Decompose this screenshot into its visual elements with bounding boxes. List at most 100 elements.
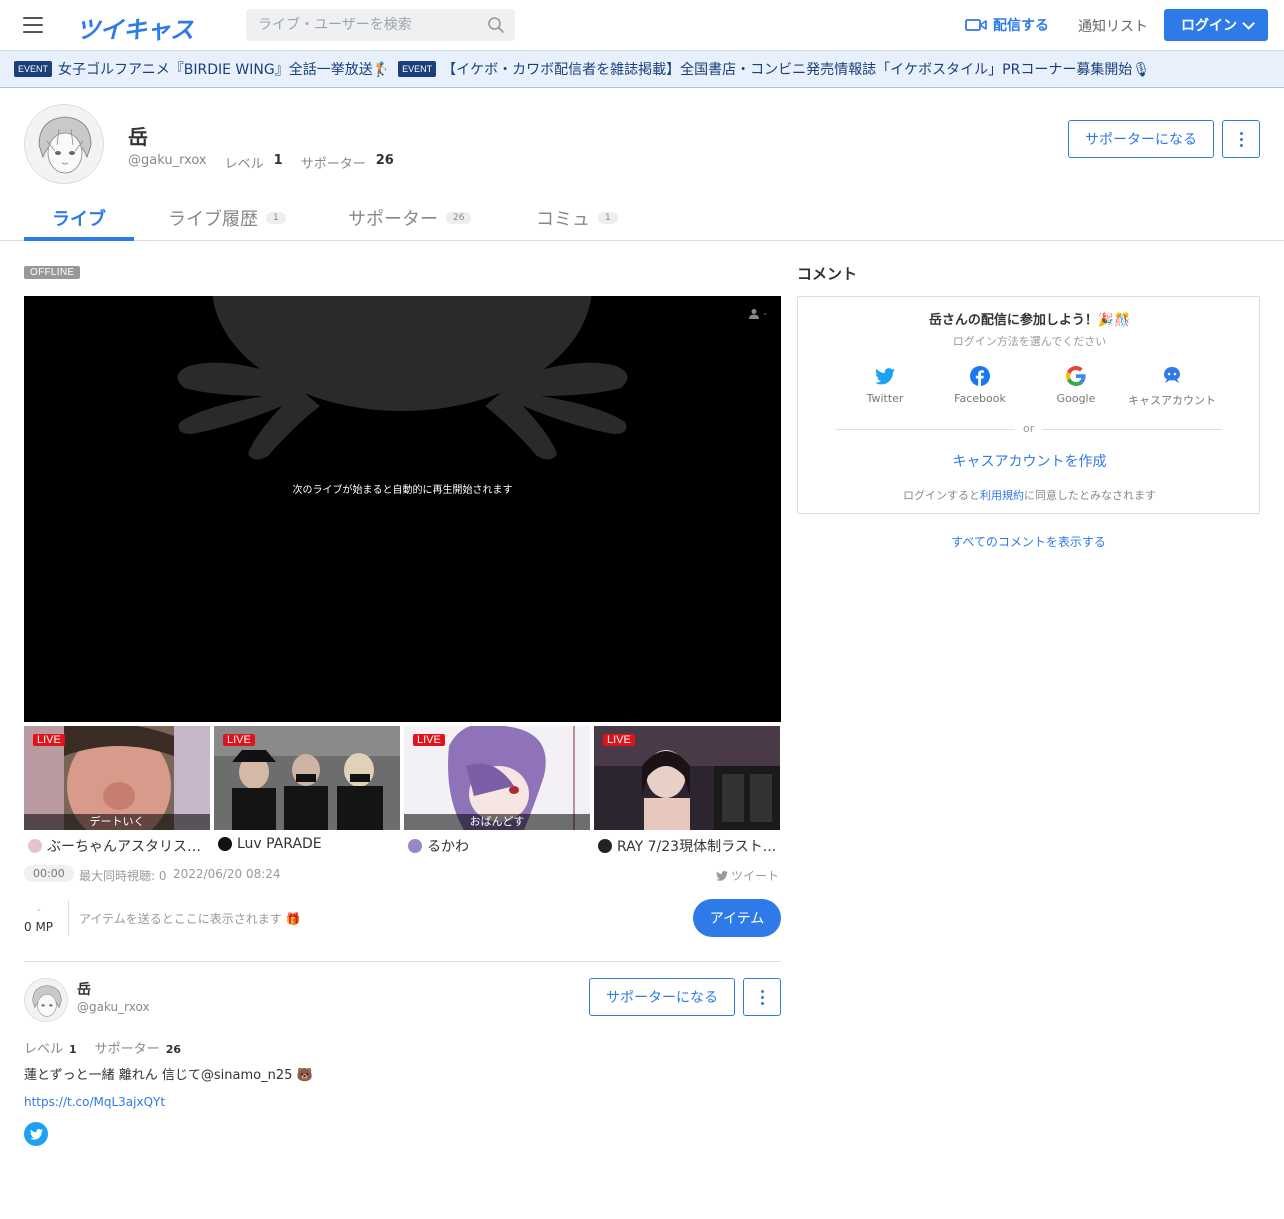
offline-badge: OFFLINE bbox=[24, 266, 81, 279]
more-options-button[interactable] bbox=[743, 978, 781, 1016]
site-logo[interactable]: ツイキャス bbox=[76, 10, 194, 45]
profile-bio: 蓮とずっと一緒 離れん 信じて@sinamo_n25 🐻 bbox=[24, 1068, 313, 1083]
profile-name: 岳 bbox=[128, 125, 148, 149]
max-viewers: 最大同時視聴: 0 bbox=[79, 869, 167, 883]
item-hint: アイテムを送るとここに表示されます 🎁 bbox=[79, 912, 301, 926]
supporters-value: 26 bbox=[165, 1043, 181, 1056]
twitter-profile-icon[interactable] bbox=[24, 1122, 48, 1146]
search-icon[interactable] bbox=[487, 16, 505, 34]
dot bbox=[760, 989, 764, 993]
sns-label: キャスアカウント bbox=[1128, 394, 1216, 407]
sns-label: Facebook bbox=[954, 392, 1006, 405]
tab-live[interactable]: ライブ bbox=[52, 195, 106, 241]
become-supporter-button[interactable]: サポーターになる bbox=[589, 978, 735, 1016]
tweet-label: ツイート bbox=[731, 869, 780, 883]
dot bbox=[1239, 131, 1243, 135]
avatar-illustration bbox=[25, 979, 67, 1021]
supporters-label: サポーター bbox=[94, 1042, 160, 1057]
item-button[interactable]: アイテム bbox=[693, 899, 781, 937]
broadcast-label: 配信する bbox=[993, 18, 1049, 34]
event-link[interactable]: 女子ゴルフアニメ『BIRDIE WING』全話一挙放送🏌 bbox=[58, 59, 390, 79]
broadcast-link[interactable]: 配信する bbox=[965, 15, 1049, 35]
event-link[interactable]: 【イケボ・カワボ配信者を雑誌掲載】全国書店・コンビニ発売情報誌「イケボスタイル」… bbox=[442, 59, 1150, 79]
live-thumb[interactable]: LIVE Luv PARADE bbox=[214, 726, 400, 852]
tab-label: サポーター bbox=[348, 209, 438, 230]
comments-title: コメント bbox=[797, 265, 858, 283]
tab-community[interactable]: コミュ 1 bbox=[536, 195, 618, 241]
thumb-caption: おばんどす bbox=[404, 814, 590, 830]
dot bbox=[760, 995, 764, 999]
tab-live-history[interactable]: ライブ履歴 1 bbox=[168, 195, 286, 241]
supporters-value: 26 bbox=[375, 153, 394, 168]
tab-count: 26 bbox=[446, 212, 472, 224]
mini-avatar bbox=[408, 839, 422, 853]
tweet-link[interactable]: ツイート bbox=[716, 867, 779, 884]
thumb-title: ぶーちゃんアスタリスク... bbox=[24, 836, 210, 856]
mini-avatar bbox=[598, 839, 612, 853]
login-twitcasting[interactable]: キャスアカウント bbox=[1122, 365, 1222, 408]
more-options-button[interactable] bbox=[1222, 120, 1260, 158]
create-account-link[interactable]: キャスアカウントを作成 bbox=[798, 451, 1261, 471]
mp-value: 0 MP bbox=[24, 920, 54, 934]
dot bbox=[1239, 137, 1243, 141]
profile-handle: @gaku_rxox bbox=[77, 1000, 150, 1014]
facebook-icon bbox=[969, 365, 991, 387]
login-facebook[interactable]: Facebook bbox=[930, 365, 1030, 405]
thumb-title-text: るかわ bbox=[427, 839, 469, 855]
level-value: 1 bbox=[273, 153, 283, 168]
dot bbox=[1239, 143, 1243, 147]
login-button[interactable]: ログイン bbox=[1164, 9, 1268, 41]
thumb-image: LIVE デートいく bbox=[24, 726, 210, 830]
user-icon bbox=[749, 309, 760, 319]
tab-count: 1 bbox=[598, 212, 618, 224]
chevron-down-icon bbox=[1242, 16, 1255, 30]
thumb-title-text: ぶーちゃんアスタリスク... bbox=[47, 839, 210, 855]
live-thumb[interactable]: LIVE RAY 7/23現体制ラスト... bbox=[594, 726, 780, 856]
mp-indicator: - bbox=[37, 905, 41, 916]
tab-supporters[interactable]: サポーター 26 bbox=[348, 195, 472, 241]
thumb-title: Luv PARADE bbox=[214, 836, 400, 852]
divider bbox=[68, 900, 69, 936]
event-bar: EVENT 女子ゴルフアニメ『BIRDIE WING』全話一挙放送🏌 EVENT… bbox=[0, 50, 1284, 88]
google-icon bbox=[1065, 365, 1087, 387]
become-supporter-button[interactable]: サポーターになる bbox=[1068, 120, 1214, 158]
twitcasting-icon bbox=[1161, 365, 1183, 387]
video-camera-icon bbox=[965, 19, 987, 31]
terms-link[interactable]: 利用規約 bbox=[980, 489, 1024, 502]
login-prompt-box: 岳さんの配信に参加しよう！🎉🎊 ログイン方法を選んでください Twitter F… bbox=[797, 296, 1260, 514]
level-label: レベル bbox=[224, 157, 264, 172]
login-twitter[interactable]: Twitter bbox=[835, 365, 935, 405]
live-thumb[interactable]: LIVE おばんどす るかわ bbox=[404, 726, 590, 856]
video-player[interactable]: - 次のライブが始まると自動的に再生開始されます bbox=[24, 296, 781, 722]
choose-login-text: ログイン方法を選んでください bbox=[952, 335, 1107, 348]
active-tab-indicator bbox=[24, 237, 134, 241]
sns-label: Google bbox=[1056, 392, 1096, 405]
mini-avatar bbox=[28, 839, 42, 853]
login-google[interactable]: Google bbox=[1026, 365, 1126, 405]
avatar[interactable] bbox=[24, 104, 104, 184]
live-thumb[interactable]: LIVE デートいく ぶーちゃんアスタリスク... bbox=[24, 726, 210, 856]
divider bbox=[24, 961, 781, 962]
tab-label: ライブ bbox=[52, 209, 106, 230]
thumb-image: LIVE おばんどす bbox=[404, 726, 590, 830]
twitter-icon bbox=[716, 870, 728, 881]
avatar[interactable] bbox=[24, 978, 68, 1022]
notification-list-link[interactable]: 通知リスト bbox=[1078, 16, 1148, 36]
live-badge: LIVE bbox=[33, 734, 65, 746]
menu-icon[interactable] bbox=[23, 17, 43, 33]
show-all-comments-link[interactable]: すべてのコメントを表示する bbox=[797, 533, 1260, 550]
player-message: 次のライブが始まると自動的に再生開始されます bbox=[292, 485, 513, 496]
sns-label: Twitter bbox=[866, 392, 904, 405]
elapsed-time: 00:00 bbox=[24, 865, 74, 882]
supporters-label: サポーター bbox=[300, 157, 366, 172]
viewer-indicator: - bbox=[748, 308, 767, 320]
twitter-icon bbox=[29, 1128, 43, 1140]
or-text: or bbox=[1015, 422, 1043, 435]
tab-count: 1 bbox=[266, 212, 286, 224]
thumb-title: RAY 7/23現体制ラスト... bbox=[594, 836, 780, 856]
live-recommendations: LIVE デートいく ぶーちゃんアスタリスク... LIVE Luv PARAD… bbox=[24, 726, 781, 856]
search-input[interactable] bbox=[246, 9, 476, 41]
viewer-count: - bbox=[763, 308, 767, 320]
thumb-image: LIVE bbox=[594, 726, 780, 830]
profile-link[interactable]: https://t.co/MqL3ajxQYt bbox=[24, 1095, 165, 1109]
